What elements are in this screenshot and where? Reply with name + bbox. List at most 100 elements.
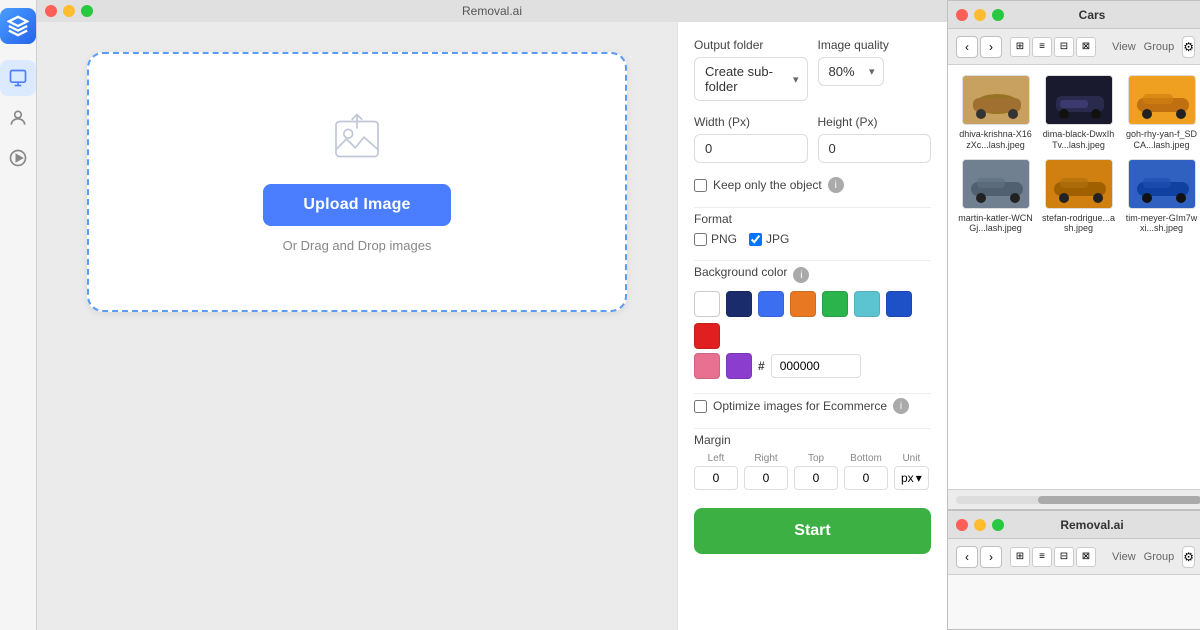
finder-minimize-bottom[interactable] — [974, 519, 986, 531]
finder-window-bottom: Removal.ai ‹ › ⊞ ≡ ⊟ ⊠ View Group ⚙ Acti… — [947, 510, 1200, 630]
jpg-label: JPG — [766, 232, 789, 246]
image-quality-select[interactable]: 80% — [818, 57, 884, 86]
finder-view-icon4-bottom[interactable]: ⊠ — [1076, 547, 1096, 567]
file-thumb-4 — [962, 159, 1030, 209]
swatch-darkblue[interactable] — [886, 291, 912, 317]
color-swatches — [694, 291, 931, 349]
content-wrapper: Upload Image Or Drag and Drop images Out… — [37, 22, 947, 630]
margin-unit-label: Unit — [902, 453, 920, 464]
file-item-6[interactable]: tim-meyer-GIm7wxi...sh.jpeg — [1124, 159, 1199, 235]
swatch-cyan[interactable] — [854, 291, 880, 317]
image-quality-col: Image quality 80% — [818, 38, 932, 101]
finder-view-icon2-bottom[interactable]: ≡ — [1032, 547, 1052, 567]
unit-chevron-icon: ▾ — [916, 471, 922, 485]
margin-right-label: Right — [754, 453, 777, 464]
finder-window-top: Cars ‹ › ⊞ ≡ ⊟ ⊠ View Group ⚙ Action >> — [947, 0, 1200, 510]
margin-bottom-input[interactable] — [844, 466, 888, 490]
swatch-green[interactable] — [822, 291, 848, 317]
output-folder-value: Create sub-folder — [705, 64, 779, 94]
finder-view-icon3-bottom[interactable]: ⊟ — [1054, 547, 1074, 567]
finder-group-label-bottom: Group — [1144, 551, 1175, 563]
height-input[interactable] — [818, 134, 932, 163]
keep-object-checkbox[interactable] — [694, 179, 707, 192]
finder-view-icon3-top[interactable]: ⊟ — [1054, 37, 1074, 57]
file-thumb-5 — [1045, 159, 1113, 209]
title-bar: Removal.ai — [37, 0, 947, 22]
finder-forward-bottom[interactable]: › — [980, 546, 1002, 568]
png-label: PNG — [711, 232, 737, 246]
hex-input[interactable] — [771, 354, 861, 378]
sidebar-item-upload[interactable] — [0, 60, 36, 96]
upload-dropzone[interactable]: Upload Image Or Drag and Drop images — [87, 52, 627, 312]
margin-left-input[interactable] — [694, 466, 738, 490]
width-input[interactable] — [694, 134, 808, 163]
file-name-2: dima-black-DwxIhTv...lash.jpeg — [1041, 129, 1116, 151]
png-checkbox[interactable] — [694, 233, 707, 246]
file-item-4[interactable]: martin-katler-WCNGj...lash.jpeg — [958, 159, 1033, 235]
file-thumb-3 — [1128, 75, 1196, 125]
maximize-button[interactable] — [81, 5, 93, 17]
finder-titlebar-bottom: Removal.ai — [948, 511, 1200, 539]
finder-view-icon2-top[interactable]: ≡ — [1032, 37, 1052, 57]
swatch-white[interactable] — [694, 291, 720, 317]
finder-gear-top[interactable]: ⚙ — [1182, 36, 1195, 58]
swatch-orange[interactable] — [790, 291, 816, 317]
finder-view-group-bottom: ⊞ ≡ ⊟ ⊠ — [1010, 547, 1096, 567]
finder-close-bottom[interactable] — [956, 519, 968, 531]
margin-unit-select[interactable]: px ▾ — [894, 466, 929, 490]
finder-forward-top[interactable]: › — [980, 36, 1002, 58]
close-button[interactable] — [45, 5, 57, 17]
upload-panel: Upload Image Or Drag and Drop images — [37, 22, 677, 630]
margin-fields: Left Right Top Bottom — [694, 453, 931, 490]
jpg-checkbox[interactable] — [749, 233, 762, 246]
file-item-5[interactable]: stefan-rodrigue...ash.jpeg — [1041, 159, 1116, 235]
finder-content-bottom — [948, 575, 1200, 629]
finder-back-top[interactable]: ‹ — [956, 36, 978, 58]
png-option[interactable]: PNG — [694, 232, 737, 246]
jpg-option[interactable]: JPG — [749, 232, 789, 246]
margin-top-input[interactable] — [794, 466, 838, 490]
swatch-navy[interactable] — [726, 291, 752, 317]
file-thumb-6 — [1128, 159, 1196, 209]
finder-view-icon1-top[interactable]: ⊞ — [1010, 37, 1030, 57]
height-col: Height (Px) — [818, 115, 932, 163]
output-folder-label: Output folder — [694, 38, 808, 52]
app-logo[interactable] — [0, 8, 36, 44]
file-browsers: Cars ‹ › ⊞ ≡ ⊟ ⊠ View Group ⚙ Action >> — [947, 0, 1200, 630]
keep-object-info-icon[interactable]: i — [828, 177, 844, 193]
file-item-2[interactable]: dima-black-DwxIhTv...lash.jpeg — [1041, 75, 1116, 151]
upload-image-button[interactable]: Upload Image — [263, 184, 450, 226]
output-folder-select[interactable]: Create sub-folder — [694, 57, 808, 101]
ecommerce-checkbox[interactable] — [694, 400, 707, 413]
ecommerce-info-icon[interactable]: i — [893, 398, 909, 414]
file-item-3[interactable]: goh-rhy-yan-f_SDCA...lash.jpeg — [1124, 75, 1199, 151]
finder-close-top[interactable] — [956, 9, 968, 21]
finder-maximize-bottom[interactable] — [992, 519, 1004, 531]
finder-view-icon4-top[interactable]: ⊠ — [1076, 37, 1096, 57]
finder-scrolltrack-top — [956, 496, 1200, 504]
minimize-button[interactable] — [63, 5, 75, 17]
swatch-purple[interactable] — [726, 353, 752, 379]
window-title: Removal.ai — [462, 4, 522, 18]
sidebar-item-play[interactable] — [0, 140, 36, 176]
finder-content-top: dhiva-krishna-X16zXc...lash.jpeg dima-bl… — [948, 65, 1200, 489]
swatch-blue[interactable] — [758, 291, 784, 317]
finder-view-icon1-bottom[interactable]: ⊞ — [1010, 547, 1030, 567]
finder-toolbar-top: ‹ › ⊞ ≡ ⊟ ⊠ View Group ⚙ Action >> — [948, 29, 1200, 65]
finder-scrollthumb-top[interactable] — [1038, 496, 1200, 504]
finder-minimize-top[interactable] — [974, 9, 986, 21]
bg-color-info-icon[interactable]: i — [793, 267, 809, 283]
margin-right-input[interactable] — [744, 466, 788, 490]
margin-unit-value: px — [901, 471, 914, 485]
finder-gear-bottom[interactable]: ⚙ — [1182, 546, 1195, 568]
main-area: Removal.ai Upload Image Or Drag and Drop… — [37, 0, 947, 630]
file-item-1[interactable]: dhiva-krishna-X16zXc...lash.jpeg — [958, 75, 1033, 151]
swatch-red[interactable] — [694, 323, 720, 349]
sidebar-item-users[interactable] — [0, 100, 36, 136]
finder-maximize-top[interactable] — [992, 9, 1004, 21]
finder-titlebar-top: Cars — [948, 1, 1200, 29]
swatch-pink[interactable] — [694, 353, 720, 379]
image-quality-label: Image quality — [818, 38, 932, 52]
finder-back-bottom[interactable]: ‹ — [956, 546, 978, 568]
start-button[interactable]: Start — [694, 508, 931, 554]
